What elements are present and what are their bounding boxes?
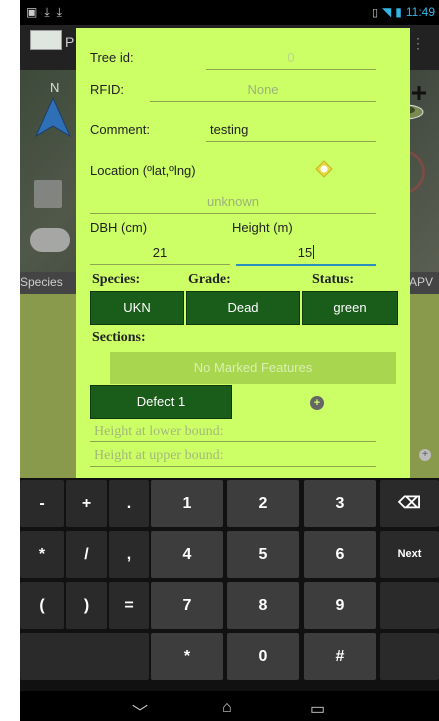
tree-id-value: 0: [287, 50, 295, 65]
key-9[interactable]: 9: [304, 582, 376, 629]
tab-apv[interactable]: APV: [409, 275, 433, 289]
height-lower-underline: [90, 441, 376, 442]
navigation-bar: ﹀ ⌂ ▭: [20, 691, 439, 721]
key-comma[interactable]: ,: [109, 531, 149, 578]
comment-underline: [206, 141, 376, 142]
download-icon-2: ⤓: [56, 5, 62, 19]
height-lower-bound-input[interactable]: Height at lower bound:: [94, 424, 223, 440]
species-label: Species:: [92, 272, 141, 287]
download-icon: ⤓: [44, 5, 50, 19]
location-underline: [90, 213, 376, 214]
key-slash[interactable]: /: [66, 531, 107, 578]
comment-label: Comment:: [90, 122, 150, 137]
compass-icon[interactable]: [32, 90, 74, 140]
key-4[interactable]: 4: [151, 531, 223, 578]
device-screen: ▣ ⤓ ⤓ ▯ ◥ ▮ 11:49 P ⋮ N Species APV + Tr…: [20, 0, 439, 721]
key-0[interactable]: 0: [227, 633, 299, 680]
add-circle-icon[interactable]: +: [419, 449, 431, 461]
key-star[interactable]: *: [151, 633, 223, 680]
next-key[interactable]: Next: [380, 531, 439, 578]
battery-icon: ▮: [395, 5, 402, 19]
key-6[interactable]: 6: [304, 531, 376, 578]
key-1[interactable]: 1: [151, 480, 223, 527]
tree-edit-dialog: Tree id: 0 RFID: None Comment: testing L…: [76, 28, 410, 478]
recent-apps-icon[interactable]: ▭: [310, 699, 325, 719]
key-5[interactable]: 5: [227, 531, 299, 578]
height-upper-bound-input[interactable]: Height at upper bound:: [94, 448, 223, 464]
tree-id-label: Tree id:: [90, 50, 134, 65]
height-upper-underline: [90, 466, 376, 467]
height-value: 15: [297, 245, 313, 260]
key-close-paren[interactable]: ): [66, 582, 107, 629]
empty-key-r4[interactable]: [380, 633, 439, 680]
key-plus[interactable]: +: [66, 480, 107, 527]
my-location-button[interactable]: [34, 180, 62, 208]
key-8[interactable]: 8: [227, 582, 299, 629]
grade-label: Grade:: [188, 272, 231, 287]
status-button[interactable]: green: [302, 291, 398, 325]
gps-location-icon[interactable]: [315, 160, 333, 178]
key-open-paren[interactable]: (: [20, 582, 64, 629]
tab-species[interactable]: Species: [20, 275, 63, 289]
add-defect-icon[interactable]: +: [310, 396, 324, 410]
rfid-label: RFID:: [90, 82, 124, 97]
key-2[interactable]: 2: [227, 480, 299, 527]
image-notification-icon: ▣: [26, 5, 38, 19]
dbh-field[interactable]: 21: [90, 245, 230, 260]
location-label: Location (ºlat,ºlng): [90, 163, 196, 178]
key-hash[interactable]: #: [304, 633, 376, 680]
species-button[interactable]: UKN: [90, 291, 184, 325]
app-logo[interactable]: [30, 30, 62, 50]
clock: 11:49: [405, 5, 435, 19]
vibrate-icon: ▯: [371, 6, 379, 19]
empty-key-r3[interactable]: [380, 582, 439, 629]
wifi-icon: ◥: [382, 5, 392, 19]
overflow-menu-icon[interactable]: ⋮: [411, 35, 425, 52]
numeric-keyboard: - + . 1 2 3 ⌫ * / , 4 5 6 Next ( ) = 7 8…: [20, 478, 439, 691]
text-cursor: [313, 245, 315, 259]
comment-field[interactable]: testing: [210, 122, 248, 137]
rfid-field[interactable]: None: [150, 82, 376, 97]
height-underline-active: [236, 264, 376, 266]
home-icon[interactable]: ⌂: [222, 699, 232, 717]
empty-key-wide[interactable]: [20, 633, 149, 680]
key-3[interactable]: 3: [304, 480, 376, 527]
dbh-label: DBH (cm): [90, 220, 148, 235]
zoom-search-button[interactable]: [30, 228, 70, 252]
status-bar: ▣ ⤓ ⤓ ▯ ◥ ▮ 11:49: [20, 0, 439, 25]
key-equals[interactable]: =: [109, 582, 149, 629]
rfid-underline: [150, 101, 376, 102]
backspace-key[interactable]: ⌫: [380, 480, 439, 527]
dbh-underline: [90, 264, 230, 265]
location-value: unknown: [206, 194, 260, 209]
app-title-fragment: P: [65, 34, 75, 50]
key-7[interactable]: 7: [151, 582, 223, 629]
key-asterisk[interactable]: *: [20, 531, 64, 578]
key-period[interactable]: .: [109, 480, 149, 527]
tree-id-underline: [206, 69, 376, 70]
no-marked-features-bar: No Marked Features: [110, 352, 396, 384]
sections-label: Sections:: [92, 330, 146, 345]
key-minus[interactable]: -: [20, 480, 64, 527]
height-label: Height (m): [232, 220, 293, 235]
back-chevron-icon[interactable]: ﹀: [132, 699, 148, 721]
height-field[interactable]: 15: [236, 245, 376, 260]
status-label: Status:: [312, 272, 355, 287]
grade-button[interactable]: Dead: [186, 291, 300, 325]
defect-1-button[interactable]: Defect 1: [90, 385, 232, 419]
